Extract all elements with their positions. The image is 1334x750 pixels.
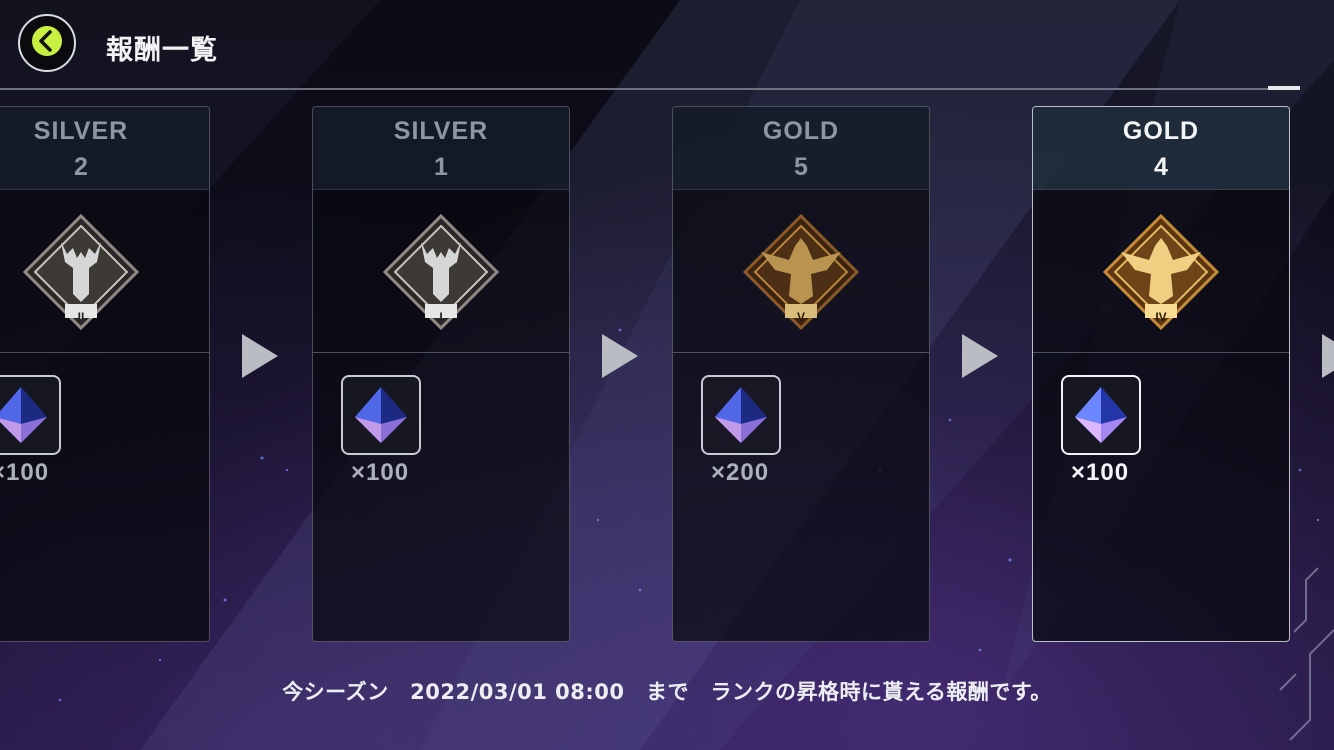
rank-header: SILVER 1 xyxy=(313,107,569,190)
blue-crystal-icon xyxy=(0,387,47,443)
header-divider-accent xyxy=(1268,86,1300,90)
rank-tier-label: SILVER xyxy=(393,117,489,145)
rank-tier-label: GOLD xyxy=(762,117,840,145)
blue-crystal-icon xyxy=(355,387,407,443)
rank-header: GOLD 5 xyxy=(673,107,929,190)
rank-reward-card-silver-2: SILVER 2 II ×100 xyxy=(0,106,210,642)
reward-section: ×100 xyxy=(313,353,569,641)
reward-item-crystal[interactable] xyxy=(341,375,421,455)
reward-item-crystal[interactable] xyxy=(0,375,61,455)
reward-quantity: ×200 xyxy=(711,459,770,486)
rank-roman-numeral: II xyxy=(77,310,85,324)
rank-level-label: 1 xyxy=(434,153,448,181)
rank-roman-numeral: I xyxy=(439,310,443,324)
reward-item-crystal[interactable] xyxy=(1061,375,1141,455)
blue-crystal-icon xyxy=(715,387,767,443)
progression-arrow-icon xyxy=(242,334,278,378)
rank-emblem-area: IV xyxy=(1033,190,1289,353)
rank-header: GOLD 4 xyxy=(1033,107,1289,190)
reward-section: ×200 xyxy=(673,353,929,641)
rank-roman-numeral: IV xyxy=(1155,310,1167,324)
reward-section: ×100 xyxy=(0,353,209,641)
rank-tier-label: SILVER xyxy=(33,117,129,145)
reward-quantity: ×100 xyxy=(0,459,50,486)
rank-header: SILVER 2 xyxy=(0,107,209,190)
season-info-text: 今シーズン 2022/03/01 08:00 まで ランクの昇格時に貰える報酬で… xyxy=(282,680,1052,704)
rank-level-label: 4 xyxy=(1154,153,1168,181)
page-title: 報酬一覧 xyxy=(106,35,218,66)
reward-item-crystal[interactable] xyxy=(701,375,781,455)
header-divider xyxy=(0,88,1300,90)
rank-emblem-area: I xyxy=(313,190,569,353)
reward-section: ×100 xyxy=(1033,353,1289,641)
progression-arrow-icon xyxy=(962,334,998,378)
progression-arrow-icon xyxy=(1322,334,1334,378)
rank-level-label: 5 xyxy=(794,153,808,181)
chevron-left-icon xyxy=(30,24,64,63)
rank-reward-card-gold-4: GOLD 4 IV ×100 xyxy=(1032,106,1290,642)
rank-reward-card-silver-1: SILVER 1 I ×100 xyxy=(312,106,570,642)
reward-quantity: ×100 xyxy=(1071,459,1130,486)
blue-crystal-icon xyxy=(1075,387,1127,443)
rank-roman-numeral: V xyxy=(796,310,806,324)
reward-quantity: ×100 xyxy=(351,459,410,486)
rank-tier-label: GOLD xyxy=(1122,117,1200,145)
rank-level-label: 2 xyxy=(74,153,88,181)
header: 報酬一覧 xyxy=(0,0,1334,90)
rank-emblem-area: V xyxy=(673,190,929,353)
back-button[interactable] xyxy=(18,14,76,72)
rank-reward-card-gold-5: GOLD 5 V ×200 xyxy=(672,106,930,642)
rank-emblem-area: II xyxy=(0,190,209,353)
progression-arrow-icon xyxy=(602,334,638,378)
